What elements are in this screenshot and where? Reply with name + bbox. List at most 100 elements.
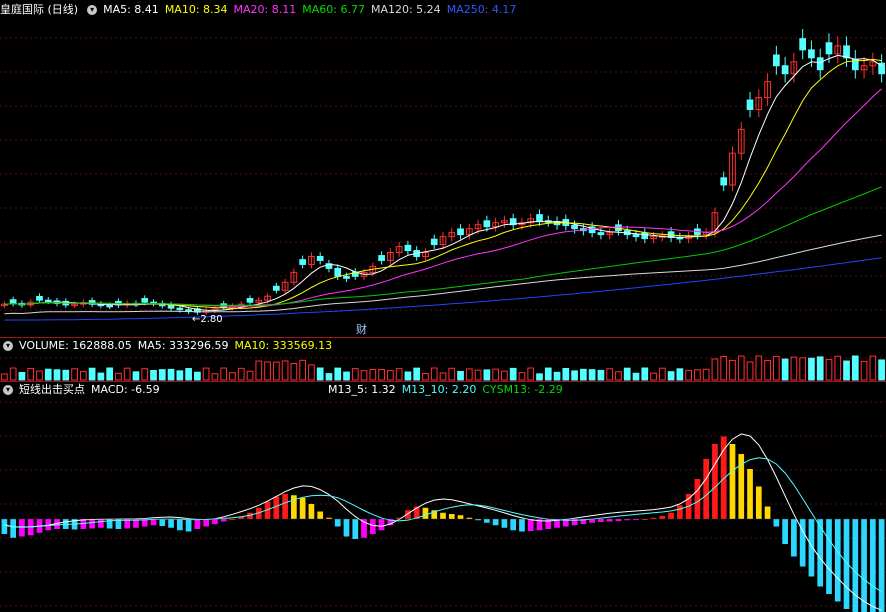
macd-bar xyxy=(203,519,209,527)
macd-bar xyxy=(352,519,359,539)
volume-bar xyxy=(860,360,868,381)
candle-body xyxy=(816,57,824,71)
volume-bar xyxy=(334,367,342,381)
macd-bar xyxy=(703,459,710,519)
volume-bar xyxy=(536,373,543,381)
volume-bar xyxy=(772,355,780,381)
volume-bar xyxy=(141,368,149,381)
chevron-down-icon[interactable]: ▾ xyxy=(3,341,13,351)
volume-bar xyxy=(378,369,385,381)
volume-bar xyxy=(439,372,447,381)
volume-bar xyxy=(430,367,438,381)
volume-bar xyxy=(606,368,614,381)
volume-legend: ▾ VOLUME: 162888.05 MA5: 333296.59 MA10: 33… xyxy=(0,338,338,354)
volume-bar xyxy=(71,368,78,381)
indicator-name: 短线出击买点 xyxy=(19,383,85,396)
candle-body xyxy=(772,54,780,67)
volume-bar xyxy=(764,360,771,381)
volume-bar xyxy=(185,368,192,381)
volume-bar xyxy=(9,367,17,381)
macd-bar xyxy=(791,519,797,557)
volume-bar xyxy=(755,355,763,381)
chevron-down-icon[interactable]: ▾ xyxy=(3,385,13,395)
volume-bar xyxy=(387,370,394,381)
macd-bar xyxy=(755,486,762,519)
macd-bar xyxy=(677,505,683,519)
volume-bar xyxy=(448,367,456,381)
macd-bar xyxy=(212,519,218,524)
volume-bar xyxy=(167,368,175,381)
volume-label: VOLUME: 162888.05 xyxy=(19,339,132,352)
macd-bar xyxy=(440,512,446,519)
volume-bar xyxy=(36,370,43,381)
candle-body xyxy=(781,65,789,75)
candle-body xyxy=(799,38,807,51)
macd-bar xyxy=(282,494,288,519)
volume-bar xyxy=(413,367,421,381)
volume-bar xyxy=(299,359,306,381)
low-price-marker: ←2.80 xyxy=(192,314,223,325)
macd-bar xyxy=(712,444,718,519)
volume-bar xyxy=(544,367,552,381)
macd-bar xyxy=(834,519,841,602)
volume-bar xyxy=(808,357,815,381)
macd-bar xyxy=(519,519,525,532)
candle-body xyxy=(141,298,149,303)
candle-body xyxy=(316,255,324,261)
m13-10-label: M13_10: 2.20 xyxy=(401,383,477,396)
volume-bar xyxy=(395,368,403,381)
macd-bar xyxy=(89,519,95,529)
macd-bar xyxy=(510,519,517,531)
volume-bar xyxy=(220,367,228,381)
volume-bar xyxy=(834,355,842,381)
volume-bar xyxy=(255,360,263,381)
candle-body xyxy=(632,234,640,238)
indicator-legend-right: M13_5: 1.32 M13_10: 2.20 CYSM13: -2.29 xyxy=(328,382,569,398)
macd-bar xyxy=(764,506,771,519)
volume-bar xyxy=(88,367,96,381)
macd-bar xyxy=(98,519,104,528)
volume-bar xyxy=(878,359,885,381)
candle-body xyxy=(272,285,280,291)
volume-bar xyxy=(246,370,254,381)
macd-bar xyxy=(378,519,385,531)
macd-bar xyxy=(10,519,17,538)
macd-bar xyxy=(720,436,727,519)
volume-bar xyxy=(711,358,719,381)
volume-bar xyxy=(457,370,464,381)
stock-chart[interactable] xyxy=(0,0,886,612)
volume-bar xyxy=(97,372,105,381)
candle-body xyxy=(597,232,605,236)
volume-bar xyxy=(694,369,701,381)
volume-bar xyxy=(281,360,289,381)
volume-bar xyxy=(562,368,570,381)
volume-bar xyxy=(527,367,535,381)
volume-bar xyxy=(869,355,877,381)
volume-bar xyxy=(799,357,807,381)
volume-bar xyxy=(580,368,587,381)
volume-bar xyxy=(325,373,333,381)
volume-bar xyxy=(702,368,710,381)
volume-bar xyxy=(501,370,508,381)
candle-body xyxy=(378,255,385,261)
macd-bar xyxy=(185,519,192,532)
volume-bar xyxy=(79,371,87,381)
volume-ma5-label: MA5: 333296.59 xyxy=(137,339,229,352)
candle-body xyxy=(825,42,833,55)
macd-bar xyxy=(168,519,174,528)
candle-body xyxy=(430,238,438,246)
volume-bar xyxy=(676,368,684,381)
volume-bar xyxy=(150,369,157,381)
volume-bar xyxy=(571,370,578,381)
volume-bar xyxy=(229,372,236,381)
macd-bar xyxy=(194,519,201,529)
volume-bar xyxy=(729,359,736,381)
volume-bar xyxy=(123,367,131,381)
volume-bar xyxy=(641,367,649,381)
candle-body xyxy=(9,299,17,304)
macd-bar xyxy=(308,504,315,519)
volume-bar xyxy=(316,367,324,381)
financial-report-marker[interactable]: 财 xyxy=(356,321,367,337)
volume-bar xyxy=(667,371,675,381)
volume-bar xyxy=(465,368,473,381)
